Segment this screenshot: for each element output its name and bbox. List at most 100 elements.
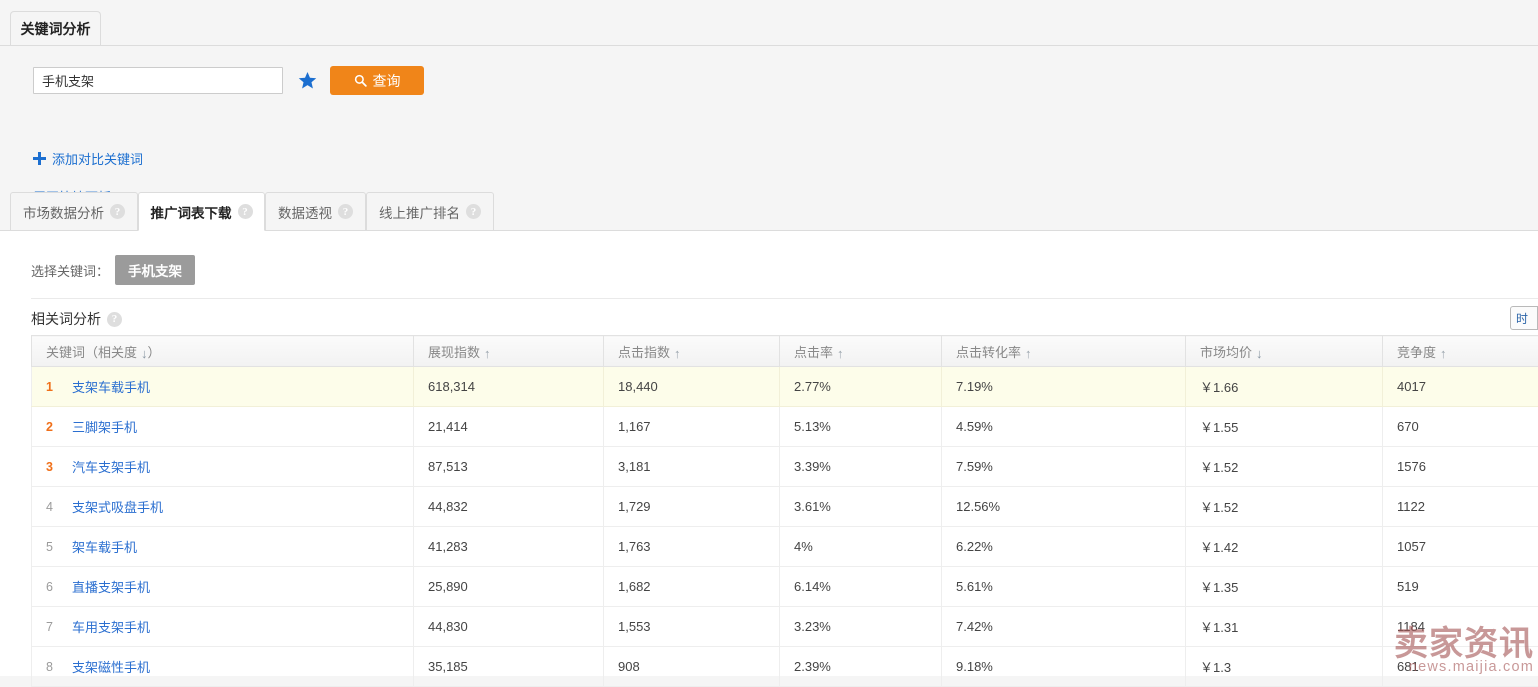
sort-asc-icon[interactable]: ↑ [1440,347,1447,360]
star-icon[interactable] [297,71,317,91]
table-row[interactable]: 6 直播支架手机 25,890 1,682 6.14% 5.61% ￥1.35 … [32,567,1538,607]
table-row[interactable]: 8 支架磁性手机 35,185 908 2.39% 9.18% ￥1.3 681 [32,647,1538,687]
cell-clicks: 3,181 [604,447,780,487]
keyword-link[interactable]: 支架式吸盘手机 [72,497,163,516]
cell-competition: 1057 [1383,527,1538,567]
row-rank: 7 [46,620,72,634]
sub-tab-label: 市场数据分析 [23,202,104,222]
sort-desc-icon[interactable]: ↓ [1256,347,1263,360]
tab-keyword-analysis[interactable]: 关键词分析 [10,11,101,46]
cell-competition: 1184 [1383,607,1538,647]
cell-ctr: 2.77% [780,367,942,407]
selected-keyword-chip[interactable]: 手机支架 [115,255,195,285]
col-header-impressions[interactable]: 展现指数 ↑ [414,336,604,367]
table-row[interactable]: 5 架车载手机 41,283 1,763 4% 6.22% ￥1.42 1057 [32,527,1538,567]
sort-asc-icon[interactable]: ↑ [484,347,491,360]
col-header-clicks[interactable]: 点击指数 ↑ [604,336,780,367]
cell-avg-price: ￥1.66 [1186,367,1383,407]
cell-competition: 1576 [1383,447,1538,487]
cell-impressions: 87,513 [414,447,604,487]
col-header-ctr[interactable]: 点击率 ↑ [780,336,942,367]
cell-ctr: 3.61% [780,487,942,527]
cell-cvr: 7.42% [942,607,1186,647]
col-header-ctr-label: 点击率 [794,345,833,360]
help-icon[interactable]: ? [466,204,481,219]
cell-avg-price: ￥1.55 [1186,407,1383,447]
add-compare-keyword-button[interactable]: 添加对比关键词 [33,149,143,168]
sort-asc-icon[interactable]: ↑ [674,347,681,360]
cell-ctr: 4% [780,527,942,567]
related-keywords-table-wrapper: 关键词（相关度↓） 展现指数 ↑ 点击指数 ↑ 点击率 ↑ 点击转化率 ↑ [31,335,1538,687]
sort-asc-icon[interactable]: ↑ [837,347,844,360]
table-row[interactable]: 7 车用支架手机 44,830 1,553 3.23% 7.42% ￥1.31 … [32,607,1538,647]
search-icon [354,74,367,87]
cell-competition: 670 [1383,407,1538,447]
content-card: 选择关键词： 手机支架 相关词分析 ? 时 关键词（相关度↓） [0,230,1538,676]
table-corner-button[interactable]: 时 [1510,306,1538,330]
cell-competition: 519 [1383,567,1538,607]
add-compare-label: 添加对比关键词 [52,149,143,168]
search-row: 查询 [33,66,424,95]
col-header-avg-price-label: 市场均价 [1200,345,1252,360]
query-button[interactable]: 查询 [330,66,424,95]
col-header-competition-label: 竞争度 [1397,345,1436,360]
row-rank: 1 [46,380,72,394]
keyword-link[interactable]: 支架磁性手机 [72,657,150,676]
col-header-avg-price[interactable]: 市场均价 ↓ [1186,336,1383,367]
help-icon[interactable]: ? [110,204,125,219]
keyword-link[interactable]: 三脚架手机 [72,417,137,436]
cell-clicks: 908 [604,647,780,687]
cell-impressions: 44,830 [414,607,604,647]
col-header-cvr-label: 点击转化率 [956,345,1021,360]
col-header-keyword[interactable]: 关键词（相关度↓） [32,336,414,367]
keyword-link[interactable]: 架车载手机 [72,537,137,556]
cell-avg-price: ￥1.31 [1186,607,1383,647]
col-header-cvr[interactable]: 点击转化率 ↑ [942,336,1186,367]
tab-promo-word-download[interactable]: 推广词表下载 ? [138,192,265,231]
help-icon[interactable]: ? [338,204,353,219]
table-row[interactable]: 3 汽车支架手机 87,513 3,181 3.39% 7.59% ￥1.52 … [32,447,1538,487]
help-icon[interactable]: ? [238,204,253,219]
cell-ctr: 5.13% [780,407,942,447]
cell-competition: 4017 [1383,367,1538,407]
tab-market-data-analysis[interactable]: 市场数据分析 ? [10,192,138,230]
col-header-competition[interactable]: 竞争度 ↑ [1383,336,1538,367]
col-header-clicks-label: 点击指数 [618,345,670,360]
col-header-impressions-label: 展现指数 [428,345,480,360]
cell-keyword: 6 直播支架手机 [32,567,414,607]
help-icon[interactable]: ? [107,312,122,327]
sub-tab-label: 数据透视 [278,202,332,222]
table-row[interactable]: 2 三脚架手机 21,414 1,167 5.13% 4.59% ￥1.55 6… [32,407,1538,447]
keyword-link[interactable]: 车用支架手机 [72,617,150,636]
cell-ctr: 2.39% [780,647,942,687]
sub-tab-label: 线上推广排名 [379,202,460,222]
col-header-keyword-label: 关键词（相关度 [46,345,137,360]
table-header-row: 关键词（相关度↓） 展现指数 ↑ 点击指数 ↑ 点击率 ↑ 点击转化率 ↑ [32,336,1538,367]
cell-impressions: 41,283 [414,527,604,567]
cell-avg-price: ￥1.42 [1186,527,1383,567]
tab-online-promo-ranking[interactable]: 线上推广排名 ? [366,192,494,230]
cell-avg-price: ￥1.3 [1186,647,1383,687]
section-divider [31,298,1538,299]
row-rank: 2 [46,420,72,434]
row-rank: 3 [46,460,72,474]
cell-competition: 1122 [1383,487,1538,527]
cell-avg-price: ￥1.52 [1186,487,1383,527]
table-row[interactable]: 1 支架车载手机 618,314 18,440 2.77% 7.19% ￥1.6… [32,367,1538,407]
tab-data-pivot[interactable]: 数据透视 ? [265,192,366,230]
query-button-label: 查询 [373,71,401,91]
cell-cvr: 5.61% [942,567,1186,607]
section-header: 相关词分析 ? [31,309,122,329]
cell-cvr: 7.19% [942,367,1186,407]
table-corner-button-label: 时 [1516,310,1528,327]
keyword-link[interactable]: 汽车支架手机 [72,457,150,476]
cell-impressions: 25,890 [414,567,604,607]
table-row[interactable]: 4 支架式吸盘手机 44,832 1,729 3.61% 12.56% ￥1.5… [32,487,1538,527]
cell-clicks: 1,763 [604,527,780,567]
keyword-input[interactable] [33,67,283,94]
sort-asc-icon[interactable]: ↑ [1025,347,1032,360]
keyword-link[interactable]: 支架车载手机 [72,377,150,396]
cell-clicks: 1,553 [604,607,780,647]
section-title: 相关词分析 [31,309,101,329]
keyword-link[interactable]: 直播支架手机 [72,577,150,596]
